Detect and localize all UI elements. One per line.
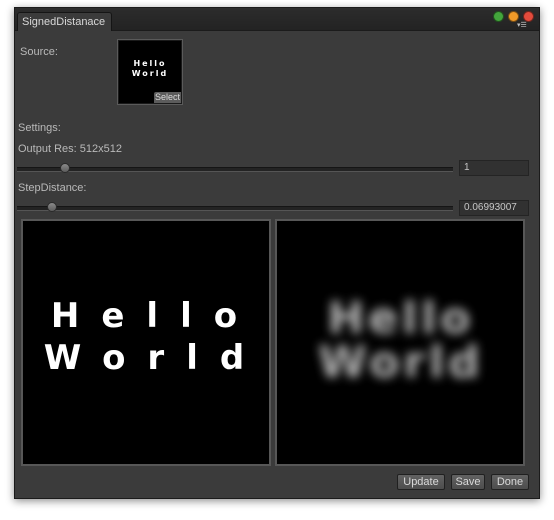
output-res-slider-track[interactable] [17,167,453,172]
settings-label: Settings: [18,122,61,134]
source-select-button[interactable]: Select [153,92,181,103]
window-controls [493,11,534,22]
save-button[interactable]: Save [451,474,485,490]
green-status-icon[interactable] [493,11,504,22]
output-res-label: Output Res: 512x512 [18,143,122,155]
window-titlebar: SignedDistanace ▾☰ [15,8,539,31]
source-preview-panel: Hello World [21,219,271,466]
step-distance-slider-thumb[interactable] [47,202,57,212]
source-thumbnail-image: Hello World [131,59,169,78]
source-label: Source: [20,46,58,58]
signed-distance-window: SignedDistanace ▾☰ Source: Hello World S… [14,7,540,499]
orange-status-icon[interactable] [508,11,519,22]
source-preview-text: Hello World [43,296,267,378]
step-distance-label: StepDistance: [18,182,87,194]
window-tab[interactable]: SignedDistanace [17,12,112,31]
source-texture-field[interactable]: Hello World Select [117,39,183,105]
step-distance-field[interactable]: 0.06993007 [459,200,529,216]
red-close-icon[interactable] [523,11,534,22]
window-tab-title: SignedDistanace [22,16,106,28]
output-res-field[interactable]: 1 [459,160,529,176]
window-menu-icon[interactable]: ▾☰ [517,22,535,30]
distance-field-preview-panel: Hello World [275,219,525,466]
output-res-slider-thumb[interactable] [60,163,70,173]
update-button[interactable]: Update [397,474,445,490]
distance-field-preview-text: Hello World [318,293,484,388]
step-distance-slider-track[interactable] [17,206,453,211]
done-button[interactable]: Done [491,474,529,490]
